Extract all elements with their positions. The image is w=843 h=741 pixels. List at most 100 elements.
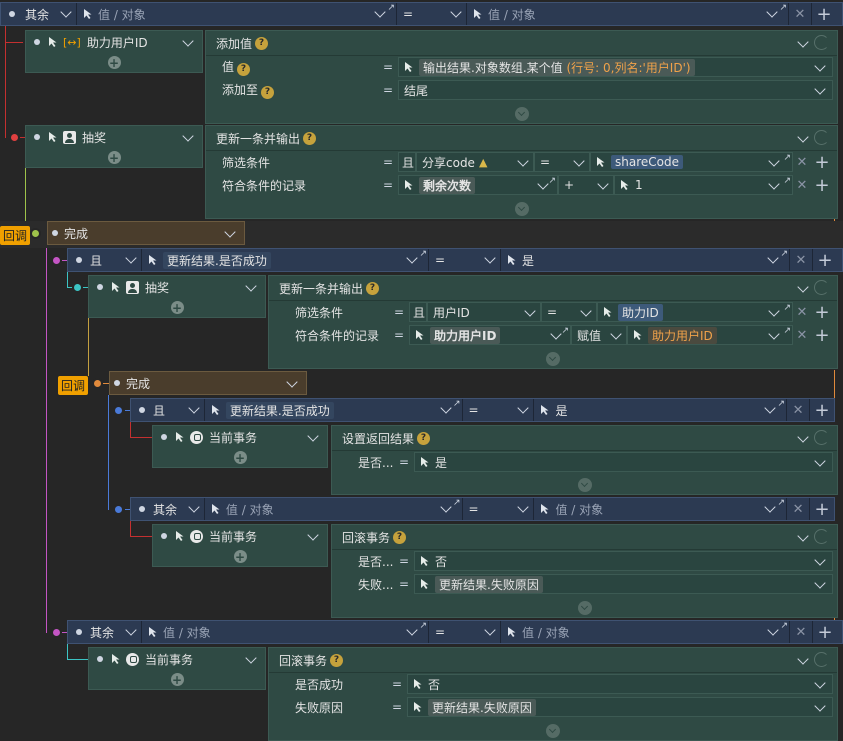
- param-value-field[interactable]: 输出结果.对象数组.某个值 (行号: 0,列名:'用户ID'): [398, 57, 833, 77]
- filter-and-select[interactable]: 且: [409, 302, 427, 322]
- filter-field-select[interactable]: 用户ID: [427, 302, 541, 322]
- panel-header[interactable]: 回滚事务?: [332, 525, 837, 550]
- record-operator-select[interactable]: +: [558, 175, 614, 195]
- operator-select[interactable]: =: [463, 399, 535, 421]
- refresh-icon[interactable]: [814, 652, 829, 667]
- delete-condition-button[interactable]: ✕: [787, 399, 811, 421]
- action-node-lottery[interactable]: 抽奖: [88, 275, 266, 299]
- operator-select[interactable]: =: [463, 498, 535, 520]
- add-child-button[interactable]: +: [152, 448, 328, 468]
- filter-field-select[interactable]: 分享code ▲: [416, 152, 534, 172]
- add-condition-button[interactable]: +: [810, 399, 834, 421]
- expand-icon[interactable]: ↗: [783, 303, 791, 313]
- action-node-current-transaction[interactable]: 当前事务: [152, 524, 328, 548]
- condition-keyword-select[interactable]: 且: [131, 399, 205, 421]
- left-operand-field[interactable]: 值 / 对象 ↗: [142, 621, 429, 643]
- delete-filter-button[interactable]: ✕: [793, 301, 811, 323]
- right-operand-field[interactable]: 值 / 对象 ↗: [467, 3, 789, 25]
- help-icon[interactable]: ?: [330, 653, 344, 667]
- condition-keyword-select[interactable]: 其余: [1, 3, 77, 25]
- help-icon[interactable]: ?: [237, 63, 251, 76]
- expand-icon[interactable]: ↗: [548, 176, 556, 186]
- collapse-button[interactable]: [577, 478, 592, 492]
- collapse-button[interactable]: [577, 601, 592, 615]
- expand-icon[interactable]: ↗: [783, 153, 791, 163]
- callback-done-select[interactable]: 完成: [109, 371, 307, 395]
- param-value-field[interactable]: 更新结果.失败原因: [414, 574, 833, 594]
- help-icon[interactable]: ?: [255, 36, 269, 50]
- param-value-field[interactable]: 是: [414, 452, 833, 472]
- filter-and-select[interactable]: 且: [398, 152, 416, 172]
- collapse-button[interactable]: [514, 202, 529, 216]
- add-condition-button[interactable]: +: [810, 498, 834, 520]
- param-value-select[interactable]: 结尾: [398, 80, 833, 100]
- left-operand-field[interactable]: 更新结果.是否成功 ↗: [205, 399, 463, 421]
- delete-filter-button[interactable]: ✕: [793, 151, 811, 173]
- add-child-button[interactable]: +: [152, 547, 328, 567]
- operator-select[interactable]: =: [397, 3, 467, 25]
- param-value-field[interactable]: 否: [407, 674, 833, 694]
- refresh-icon[interactable]: [814, 529, 829, 544]
- expand-icon[interactable]: ↗: [779, 3, 787, 13]
- condition-keyword-select[interactable]: 其余: [131, 498, 205, 520]
- add-filter-button[interactable]: +: [811, 151, 833, 173]
- expand-icon[interactable]: ↗: [453, 498, 461, 508]
- refresh-icon[interactable]: [814, 430, 829, 445]
- delete-condition-button[interactable]: ✕: [789, 3, 812, 25]
- right-operand-field[interactable]: 是 ↗: [501, 249, 790, 271]
- collapse-button[interactable]: [546, 352, 560, 366]
- left-operand-field[interactable]: 值 / 对象 ↗: [77, 3, 397, 25]
- action-node-current-transaction[interactable]: 当前事务: [152, 425, 328, 449]
- help-icon[interactable]: ?: [366, 281, 380, 295]
- param-value-field[interactable]: 否: [414, 551, 833, 571]
- add-record-button[interactable]: +: [811, 174, 833, 196]
- right-operand-field[interactable]: 值 / 对象 ↗: [534, 498, 788, 520]
- expand-icon[interactable]: ↗: [778, 498, 786, 508]
- left-operand-field[interactable]: 更新结果.是否成功 ↗: [142, 249, 429, 271]
- expand-icon[interactable]: ↗: [783, 326, 791, 336]
- filter-value-field[interactable]: 助力ID ↗: [597, 302, 793, 322]
- expand-icon[interactable]: ↗: [387, 3, 395, 13]
- record-field-select[interactable]: 助力用户ID ↗: [409, 325, 571, 345]
- filter-operator-select[interactable]: =: [534, 152, 590, 172]
- expand-icon[interactable]: ↗: [780, 249, 788, 259]
- record-value-field[interactable]: 1 ↗: [614, 175, 793, 195]
- help-icon[interactable]: ?: [303, 131, 317, 145]
- filter-operator-select[interactable]: =: [541, 302, 597, 322]
- record-value-field[interactable]: 助力用户ID ↗: [627, 325, 793, 345]
- expand-icon[interactable]: ↗: [783, 176, 791, 186]
- delete-condition-button[interactable]: ✕: [787, 498, 811, 520]
- add-filter-button[interactable]: +: [811, 301, 833, 323]
- add-child-button[interactable]: +: [25, 53, 203, 73]
- add-record-button[interactable]: +: [811, 324, 833, 346]
- collapse-button[interactable]: [546, 724, 560, 738]
- refresh-icon[interactable]: [814, 130, 829, 145]
- delete-record-button[interactable]: ✕: [793, 324, 811, 346]
- left-operand-field[interactable]: 值 / 对象 ↗: [205, 498, 463, 520]
- refresh-icon[interactable]: [814, 280, 829, 295]
- expand-icon[interactable]: ↗: [453, 399, 461, 409]
- add-child-button[interactable]: +: [88, 670, 266, 690]
- record-operator-select[interactable]: 赋值: [571, 325, 627, 345]
- expand-icon[interactable]: ↗: [778, 399, 786, 409]
- action-node-assist-user-id[interactable]: [↔] 助力用户ID: [25, 30, 203, 54]
- expand-icon[interactable]: ↗: [561, 326, 569, 336]
- panel-header[interactable]: 更新一条并输出?: [206, 126, 837, 151]
- add-condition-button[interactable]: +: [813, 249, 837, 271]
- help-icon[interactable]: ?: [393, 530, 407, 544]
- panel-header[interactable]: 更新一条并输出?: [269, 276, 837, 301]
- callback-done-select[interactable]: 完成: [47, 221, 245, 245]
- filter-value-field[interactable]: shareCode ↗: [590, 152, 793, 172]
- record-field-select[interactable]: 剩余次数 ↗: [398, 175, 558, 195]
- panel-header[interactable]: 添加值?: [206, 31, 837, 56]
- condition-keyword-select[interactable]: 且: [68, 249, 142, 271]
- add-condition-button[interactable]: +: [812, 3, 836, 25]
- add-child-button[interactable]: +: [88, 298, 266, 318]
- add-condition-button[interactable]: +: [813, 621, 837, 643]
- collapse-button[interactable]: [514, 107, 529, 121]
- delete-condition-button[interactable]: ✕: [790, 621, 813, 643]
- action-node-lottery[interactable]: 抽奖: [25, 125, 203, 149]
- delete-condition-button[interactable]: ✕: [790, 249, 813, 271]
- refresh-icon[interactable]: [814, 35, 829, 50]
- action-node-current-transaction[interactable]: 当前事务: [88, 647, 266, 671]
